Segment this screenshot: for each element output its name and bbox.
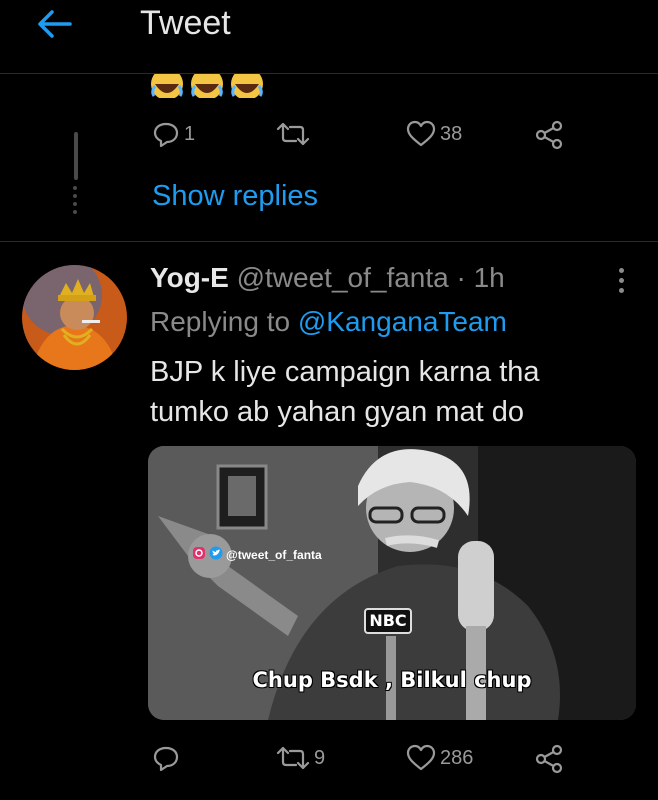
like-count: 286 xyxy=(440,746,474,769)
page-title: Tweet xyxy=(140,4,231,42)
more-icon[interactable] xyxy=(614,268,628,294)
user-handle[interactable]: @tweet_of_fanta xyxy=(237,262,449,293)
show-replies-link[interactable]: Show replies xyxy=(152,180,318,213)
like-button[interactable]: 286 xyxy=(406,744,473,772)
retweet-button[interactable] xyxy=(276,120,310,148)
retweet-icon xyxy=(276,744,310,772)
retweet-button[interactable]: 9 xyxy=(276,744,325,772)
tweet-text-line: tumko ab yahan gyan mat do xyxy=(150,396,525,428)
tweet-text-line: BJP k liye campaign karna tha xyxy=(150,356,540,388)
retweet-count: 9 xyxy=(314,746,326,769)
nbc-mic-label: NBC xyxy=(364,608,412,634)
twitter-icon xyxy=(209,546,223,563)
meme-caption: Chup Bsdk , Bilkul chup xyxy=(252,668,532,692)
separator: · xyxy=(456,262,466,293)
like-icon xyxy=(406,120,436,148)
share-button[interactable] xyxy=(534,120,564,150)
reply-icon xyxy=(152,744,180,772)
avatar[interactable] xyxy=(22,265,127,370)
tweet-media-image[interactable]: NBC @tweet_of_fanta Chup Bsdk , Bilkul c… xyxy=(148,446,636,720)
laughing-emoji-icon xyxy=(150,70,184,98)
reply-count: 1 xyxy=(184,122,196,145)
display-name[interactable]: Yog-E xyxy=(150,262,229,293)
retweet-icon xyxy=(276,120,310,148)
tweet-header: Yog-E @tweet_of_fanta · 1h xyxy=(150,262,505,294)
reply-button[interactable] xyxy=(152,744,180,772)
reply-button[interactable]: 1 xyxy=(152,120,195,148)
tweet-text: BJP k liye campaign karna tha tumko ab y… xyxy=(150,352,630,432)
share-icon xyxy=(534,744,564,774)
top-bar: Tweet xyxy=(0,0,658,74)
replying-to: Replying to @KanganaTeam xyxy=(150,306,507,338)
watermark-text: @tweet_of_fanta xyxy=(226,547,322,562)
timestamp: 1h xyxy=(473,262,505,293)
replying-to-mention[interactable]: @KanganaTeam xyxy=(298,306,507,337)
share-icon xyxy=(534,120,564,150)
share-button[interactable] xyxy=(534,744,564,774)
replying-to-label: Replying to xyxy=(150,306,291,337)
like-icon xyxy=(406,744,436,772)
reply-icon xyxy=(152,120,180,148)
thread-dots xyxy=(73,186,77,214)
back-arrow-icon[interactable] xyxy=(36,6,76,42)
instagram-icon xyxy=(192,546,206,563)
laughing-emoji-icon xyxy=(190,70,224,98)
like-count: 38 xyxy=(440,122,463,145)
laughing-emoji-icon xyxy=(230,70,264,98)
emoji-row xyxy=(150,70,264,98)
like-button[interactable]: 38 xyxy=(406,120,462,148)
thread-line xyxy=(74,132,78,180)
watermark: @tweet_of_fanta xyxy=(192,546,322,563)
divider xyxy=(0,241,658,242)
